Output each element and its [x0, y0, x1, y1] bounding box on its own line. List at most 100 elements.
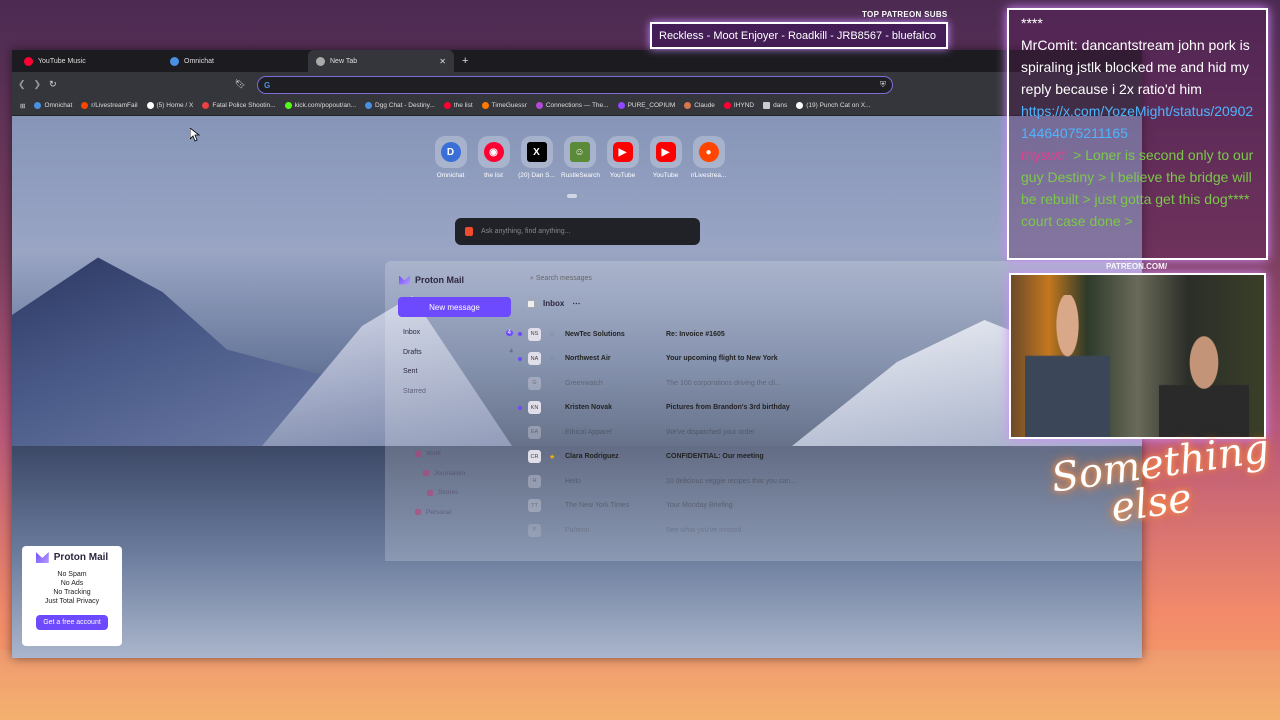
- star-icon[interactable]: ☆: [549, 502, 559, 510]
- address-bar[interactable]: G ⛨: [257, 76, 893, 94]
- bookmark-item[interactable]: (19) Punch Cat on X...: [796, 102, 871, 109]
- reload-icon[interactable]: ↻: [49, 79, 57, 90]
- folder-sent[interactable]: Sent: [403, 362, 513, 382]
- shortcut-label: Omnichat: [436, 172, 465, 179]
- star-icon[interactable]: ☆: [549, 477, 559, 485]
- tab-new-tab[interactable]: New Tab ✕: [308, 50, 454, 72]
- folder-count: 4: [509, 349, 513, 356]
- shortcut-reddit[interactable]: ● r/Livestrea...: [690, 136, 727, 179]
- mail-row[interactable]: TT ☆ The New York Times Your Monday Briefin…: [518, 494, 968, 519]
- tab-label: New Tab: [330, 57, 358, 65]
- bookmark-favicon: [365, 102, 373, 109]
- folder-inbox[interactable]: Inbox 4: [403, 323, 513, 343]
- mail-row[interactable]: KN ☆ Kristen Novak Pictures from Brandon's …: [518, 396, 968, 421]
- bookmark-item[interactable]: Connections — The...: [535, 102, 609, 109]
- label-name: Journalism: [434, 469, 466, 477]
- mail-row[interactable]: NS ☆ NewTec Solutions Re: Invoice #1605: [518, 322, 968, 347]
- select-all-checkbox[interactable]: [527, 299, 535, 308]
- streamer-left: [1025, 295, 1110, 437]
- shortcut-rustlesearch[interactable]: ☺ RustleSearch: [561, 136, 600, 179]
- folder-drafts[interactable]: Drafts 4: [403, 343, 513, 363]
- avatar: NA: [528, 352, 541, 366]
- folder-label: Starred: [403, 387, 426, 395]
- mail-row[interactable]: G ☆ Greenwatch The 100 corporations driving…: [518, 371, 968, 396]
- bookmark-item[interactable]: r/LivestreamFail: [81, 102, 138, 109]
- bookmark-item[interactable]: PURE_COPIUM: [617, 102, 675, 109]
- apps-icon[interactable]: ⊞: [20, 102, 25, 110]
- bookmark-item[interactable]: Omnichat: [34, 102, 72, 109]
- proton-mail-logo-icon: [35, 552, 49, 563]
- bookmark-icon[interactable]: 🔖︎: [235, 79, 246, 90]
- avatar: P: [528, 523, 541, 537]
- tab-youtube-music[interactable]: YouTube Music: [16, 50, 162, 72]
- patreon-url: PATREON.COM/: [1106, 262, 1168, 271]
- bookmark-item[interactable]: IHYND: [723, 102, 754, 109]
- star-icon[interactable]: ☆: [549, 404, 559, 412]
- bookmark-item[interactable]: TimeGuessr: [481, 102, 527, 109]
- shortcut-x[interactable]: X (20) Dan S...: [518, 136, 555, 179]
- label-name: Personal: [426, 508, 452, 516]
- close-tab-icon[interactable]: ✕: [439, 57, 446, 66]
- x-icon: X: [526, 142, 547, 162]
- ask-search-box[interactable]: Ask anything, find anything...: [455, 218, 700, 245]
- label-stories[interactable]: Stories: [415, 483, 525, 503]
- chat-message: rhyswtf: > Loner is second only to our g…: [1021, 144, 1254, 232]
- shortcut-youtube[interactable]: ▶ YouTube: [604, 136, 641, 179]
- ad-line: No Tracking: [53, 589, 91, 596]
- bookmark-label: Connections — The...: [545, 102, 609, 109]
- shortcut-youtube[interactable]: ▶ YouTube: [647, 136, 684, 179]
- back-icon[interactable]: ❮: [18, 79, 26, 90]
- bookmark-item[interactable]: (5) Home / X: [146, 102, 193, 109]
- shortcut-label: r/Livestrea...: [690, 172, 727, 179]
- tab-omnichat[interactable]: Omnichat: [162, 50, 308, 72]
- page-indicator[interactable]: [567, 194, 584, 198]
- mail-row[interactable]: H ☆ Hello 10 delicious veggie recipes that …: [518, 469, 968, 494]
- bookmark-item[interactable]: Fatal Police Shootin...: [202, 102, 276, 109]
- star-icon[interactable]: ☆: [549, 428, 559, 436]
- star-icon[interactable]: ☆: [549, 379, 559, 387]
- star-icon[interactable]: ☆: [549, 330, 559, 338]
- bookmark-favicon: [617, 102, 625, 109]
- mail-subject: See what you've missed: [666, 526, 742, 534]
- mail-row[interactable]: NA ☆ Northwest Air Your upcoming flight to …: [518, 347, 968, 372]
- folder-count: 4: [505, 329, 513, 336]
- bookmark-item[interactable]: Dgg Chat - Destiny...: [365, 102, 435, 109]
- ad-header: Proton Mail: [22, 552, 122, 563]
- star-icon[interactable]: ★: [549, 453, 559, 461]
- bookmark-item[interactable]: Claude: [684, 102, 715, 109]
- label-personal[interactable]: Personal: [415, 503, 525, 523]
- ad-line: Just Total Privacy: [44, 598, 100, 605]
- mail-row[interactable]: CR ★ Clara Rodriguez CONFIDENTIAL: Our meet…: [518, 445, 968, 470]
- label-work[interactable]: Work: [415, 444, 525, 464]
- shortcut-omnichat[interactable]: D Omnichat: [432, 136, 469, 179]
- browser-window: YouTube Music Omnichat New Tab ✕ + ❮ ❯ ↻…: [12, 50, 1142, 658]
- shortcuts-row: D Omnichat ◉ the list X (20) Dan S... ☺ Rust…: [432, 136, 727, 179]
- mail-subject: Pictures from Brandon's 3rd birthday: [666, 404, 790, 412]
- reddit-icon: ●: [698, 142, 719, 162]
- star-icon[interactable]: ☆: [549, 355, 559, 363]
- chat-text: MrComit: dancantstream john pork is spir…: [1021, 37, 1250, 97]
- more-icon[interactable]: ⋯: [572, 299, 580, 308]
- bookmark-item[interactable]: the list: [443, 102, 473, 109]
- bookmark-item[interactable]: dans: [763, 102, 787, 109]
- new-tab-button[interactable]: +: [462, 55, 468, 67]
- mail-row[interactable]: P ☆ Patreon See what you've missed: [518, 518, 968, 543]
- mail-row[interactable]: EA ☆ Ethical Apparel We've dispatched your …: [518, 420, 968, 445]
- label-color-icon: [415, 509, 421, 516]
- mail-search[interactable]: ⌕ Search messages: [530, 275, 592, 283]
- forward-icon[interactable]: ❯: [34, 79, 42, 90]
- mail-subject: Your Monday Briefing: [666, 502, 733, 510]
- new-message-button[interactable]: New message: [398, 297, 511, 317]
- star-icon[interactable]: ☆: [549, 526, 559, 534]
- brave-shield-icon[interactable]: ⛨: [880, 80, 886, 90]
- bookmark-favicon: [81, 102, 89, 109]
- bookmark-item[interactable]: kick.com/popout/an...: [284, 102, 356, 109]
- shortcut-the-list[interactable]: ◉ the list: [475, 136, 512, 179]
- label-journalism[interactable]: Journalism: [415, 464, 525, 484]
- folder-starred[interactable]: Starred: [403, 382, 513, 402]
- label-name: Stories: [438, 489, 459, 497]
- avatar: EA: [528, 425, 541, 439]
- get-free-account-button[interactable]: Get a free account: [36, 615, 108, 630]
- youtube-icon: ▶: [612, 142, 633, 162]
- folder-label: Sent: [403, 368, 418, 376]
